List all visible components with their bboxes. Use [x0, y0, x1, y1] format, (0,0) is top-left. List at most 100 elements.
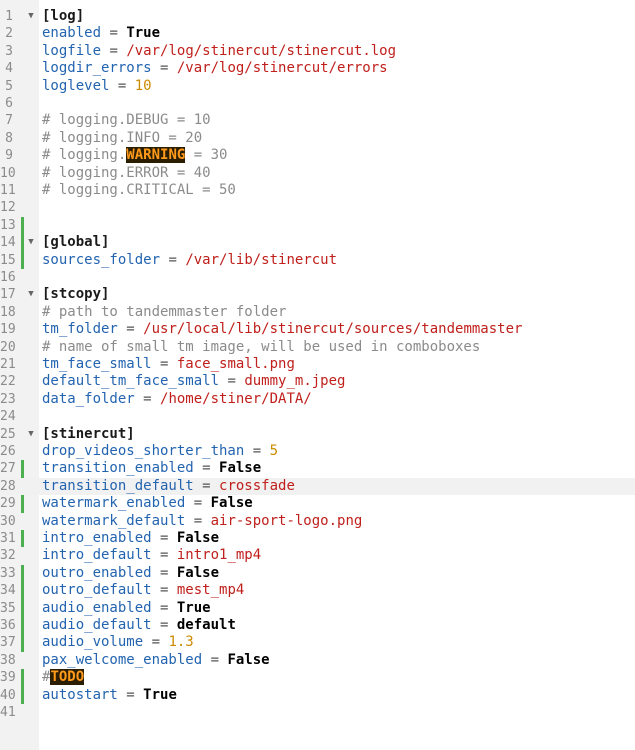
code-line[interactable]: 16: [0, 269, 635, 286]
code-line[interactable]: 38 pax_welcome_enabled = False: [0, 652, 635, 669]
token-str: /var/log/stinercut/stinercut.log: [126, 42, 397, 59]
token-op: =: [151, 617, 177, 633]
git-change-marker: [21, 686, 24, 704]
line-number: 19: [0, 322, 16, 338]
token-op: =: [219, 373, 245, 390]
token-cmt: # path to tandemmaster folder: [42, 303, 287, 320]
token-op: =: [117, 686, 144, 703]
code-text: intro_enabled = False: [42, 530, 219, 547]
code-line[interactable]: 18 # path to tandemmaster folder: [0, 304, 635, 321]
code-line[interactable]: 4 logdir_errors = /var/log/stinercut/erro…: [0, 60, 635, 77]
code-text: outro_enabled = False: [42, 565, 219, 582]
code-text: #TODO: [42, 669, 85, 686]
token-key: drop_videos_shorter_than: [42, 443, 245, 459]
code-text: # name of small tm image, will be used i…: [42, 339, 480, 356]
code-line[interactable]: 22 default_tm_face_small = dummy_m.jpeg: [0, 373, 635, 390]
token-kw: True: [126, 25, 161, 42]
code-line[interactable]: 31 intro_enabled = False: [0, 530, 635, 548]
token-str: /usr/local/lib/stinercut/sources/tandemm…: [143, 321, 523, 338]
code-text: pax_welcome_enabled = False: [42, 652, 270, 669]
code-line[interactable]: 25 ▼ [stinercut]: [0, 426, 635, 443]
code-line[interactable]: 37 audio_volume = 1.3: [0, 634, 635, 652]
code-editor[interactable]: 1 ▼ [log] 2 enabled = True 3 logfile = /var/lo…: [0, 0, 635, 750]
code-line[interactable]: 5 loglevel = 10: [0, 78, 635, 95]
code-line[interactable]: 2 enabled = True: [0, 25, 635, 42]
token-op: =: [151, 547, 177, 564]
token-str: air-sport-logo.png: [210, 512, 363, 529]
code-line[interactable]: 34 outro_default = mest_mp4: [0, 582, 635, 600]
code-line[interactable]: 27 transition_enabled = False: [0, 460, 635, 478]
code-text: tm_face_small = face_small.png: [42, 356, 295, 373]
token-key: watermark_default: [42, 512, 186, 529]
token-hl: TODO: [50, 669, 85, 686]
code-line[interactable]: 8 # logging.INFO = 20: [0, 130, 635, 147]
code-line[interactable]: 3 logfile = /var/log/stinercut/stinercut.…: [0, 43, 635, 60]
fold-arrow-icon[interactable]: ▼: [26, 8, 36, 25]
token-op: =: [160, 251, 186, 268]
code-text: default_tm_face_small = dummy_m.jpeg: [42, 373, 345, 390]
code-line[interactable]: 28 transition_default = crossfade: [0, 477, 635, 496]
code-line[interactable]: 15 sources_folder = /var/lib/stinercut: [0, 251, 635, 269]
code-line[interactable]: 9 # logging.WARNING = 30: [0, 147, 635, 164]
code-text: autostart = True: [42, 687, 177, 704]
git-change-marker: [21, 669, 24, 687]
token-sec: [log]: [42, 8, 85, 24]
code-line[interactable]: 39 #TODO: [0, 669, 635, 687]
code-line[interactable]: 7 # logging.DEBUG = 10: [0, 112, 635, 129]
code-line[interactable]: 35 audio_enabled = True: [0, 599, 635, 617]
code-line[interactable]: 29 watermark_enabled = False: [0, 495, 635, 513]
code-text: # logging.WARNING = 30: [42, 147, 227, 164]
code-line[interactable]: 41: [0, 704, 635, 721]
code-line[interactable]: 14 ▼ [global]: [0, 234, 635, 252]
fold-arrow-icon[interactable]: ▼: [26, 234, 36, 251]
code-line[interactable]: 19 tm_folder = /usr/local/lib/stinercut/s…: [0, 321, 635, 338]
line-number: 35: [0, 600, 16, 616]
token-key: outro_default: [42, 582, 152, 599]
code-line[interactable]: 24: [0, 408, 635, 425]
token-cmt: # logging.CRITICAL = 50: [42, 182, 236, 198]
token-cmt: # logging.ERROR = 40: [42, 164, 211, 181]
token-hl: WARNING: [126, 147, 186, 164]
token-key: logfile: [42, 42, 102, 59]
code-line[interactable]: 10 # logging.ERROR = 40: [0, 165, 635, 182]
token-key: tm_folder: [42, 321, 118, 338]
code-line[interactable]: 30 watermark_default = air-sport-logo.png: [0, 513, 635, 530]
token-key: tm_face_small: [42, 356, 152, 372]
line-number: 33: [0, 565, 16, 581]
code-line[interactable]: 20 # name of small tm image, will be used…: [0, 339, 635, 356]
git-change-marker: [21, 634, 24, 652]
code-line[interactable]: 12: [0, 199, 635, 216]
code-line[interactable]: 32 intro_default = intro1_mp4: [0, 547, 635, 564]
code-line[interactable]: 21 tm_face_small = face_small.png: [0, 356, 635, 373]
git-change-marker: [21, 251, 24, 269]
fold-arrow-icon[interactable]: ▼: [26, 286, 36, 303]
fold-arrow-icon[interactable]: ▼: [26, 426, 36, 443]
token-key: transition_default: [42, 477, 194, 494]
code-text: audio_volume = 1.3: [42, 634, 194, 651]
code-line[interactable]: 26 drop_videos_shorter_than = 5: [0, 443, 635, 460]
token-str: /home/stiner/DATA/: [160, 390, 312, 407]
token-key: loglevel: [42, 77, 110, 94]
code-line[interactable]: 17 ▼ [stcopy]: [0, 286, 635, 303]
code-line[interactable]: 23 data_folder = /home/stiner/DATA/: [0, 391, 635, 408]
token-str: /var/lib/stinercut: [185, 251, 338, 268]
token-str: intro1_mp4: [176, 547, 262, 564]
code-line[interactable]: 33 outro_enabled = False: [0, 564, 635, 583]
code-line[interactable]: 1 ▼ [log]: [0, 8, 635, 25]
code-line[interactable]: 6: [0, 95, 635, 112]
line-number: 30: [0, 513, 16, 529]
line-number: 38: [0, 652, 16, 668]
code-text: logdir_errors = /var/log/stinercut/error…: [42, 60, 388, 77]
code-line[interactable]: 11 # logging.CRITICAL = 50: [0, 182, 635, 199]
code-line[interactable]: 36 audio_default = default: [0, 617, 635, 635]
line-number: 6: [5, 96, 13, 111]
line-number: 39: [0, 670, 16, 686]
token-cmt: # logging.INFO = 20: [42, 129, 203, 146]
line-number: 15: [0, 252, 16, 268]
code-text: [stcopy]: [42, 286, 109, 303]
code-line[interactable]: 40 autostart = True: [0, 686, 635, 704]
code-line[interactable]: 13: [0, 216, 635, 235]
git-change-marker: [21, 599, 24, 617]
token-str: /var/log/stinercut/errors: [176, 60, 388, 77]
token-key: default_tm_face_small: [42, 373, 220, 390]
